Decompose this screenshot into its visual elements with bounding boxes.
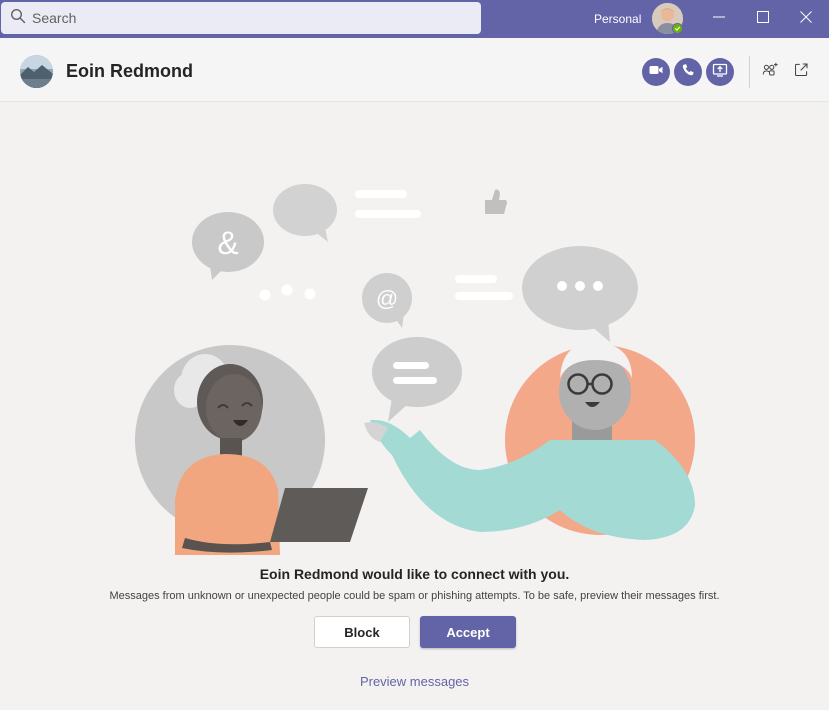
video-call-button[interactable] <box>642 58 670 86</box>
share-screen-icon <box>712 62 728 83</box>
text-line-decoration <box>355 210 421 218</box>
add-people-icon <box>761 61 779 84</box>
block-button[interactable]: Block <box>314 616 410 648</box>
title-bar: Search Personal <box>0 0 829 38</box>
text-line-decoration <box>355 190 407 198</box>
maximize-icon <box>757 10 769 28</box>
message-bubble-icon <box>372 337 462 422</box>
header-divider <box>749 56 750 88</box>
close-icon <box>800 10 812 28</box>
connect-illustration: & @ <box>135 184 695 555</box>
spam-warning-text: Messages from unknown or unexpected peop… <box>109 590 720 602</box>
share-screen-button[interactable] <box>706 58 734 86</box>
add-people-button[interactable] <box>760 62 780 82</box>
preview-messages-link[interactable]: Preview messages <box>0 674 829 689</box>
dot-decoration <box>281 284 293 296</box>
search-box[interactable]: Search <box>1 2 481 34</box>
audio-call-button[interactable] <box>674 58 702 86</box>
presence-available-icon <box>672 23 683 34</box>
ampersand-symbol: & <box>217 225 238 261</box>
connect-request-headline: Eoin Redmond would like to connect with … <box>259 566 570 582</box>
at-sign-symbol: @ <box>376 286 398 311</box>
dot-decoration <box>304 288 316 300</box>
accept-button[interactable]: Accept <box>420 616 516 648</box>
search-icon <box>10 8 26 29</box>
maximize-button[interactable] <box>740 0 786 38</box>
chat-header: Eoin Redmond <box>0 38 829 102</box>
video-call-icon <box>648 62 664 83</box>
pop-out-icon <box>793 61 810 83</box>
account-label[interactable]: Personal <box>594 12 641 26</box>
minimize-button[interactable] <box>696 0 742 38</box>
search-placeholder[interactable]: Search <box>32 10 76 26</box>
dot-decoration <box>259 289 271 301</box>
pop-out-button[interactable] <box>791 62 811 82</box>
text-line-decoration <box>455 275 497 283</box>
close-button[interactable] <box>783 0 829 38</box>
speech-bubble-icon <box>273 184 337 242</box>
contact-name: Eoin Redmond <box>66 61 193 81</box>
audio-call-icon <box>680 62 696 83</box>
text-line-decoration <box>455 292 513 300</box>
typing-bubble-icon <box>522 246 638 342</box>
contact-avatar[interactable] <box>20 55 53 88</box>
thumbs-up-icon <box>485 189 507 214</box>
minimize-icon <box>713 10 725 28</box>
